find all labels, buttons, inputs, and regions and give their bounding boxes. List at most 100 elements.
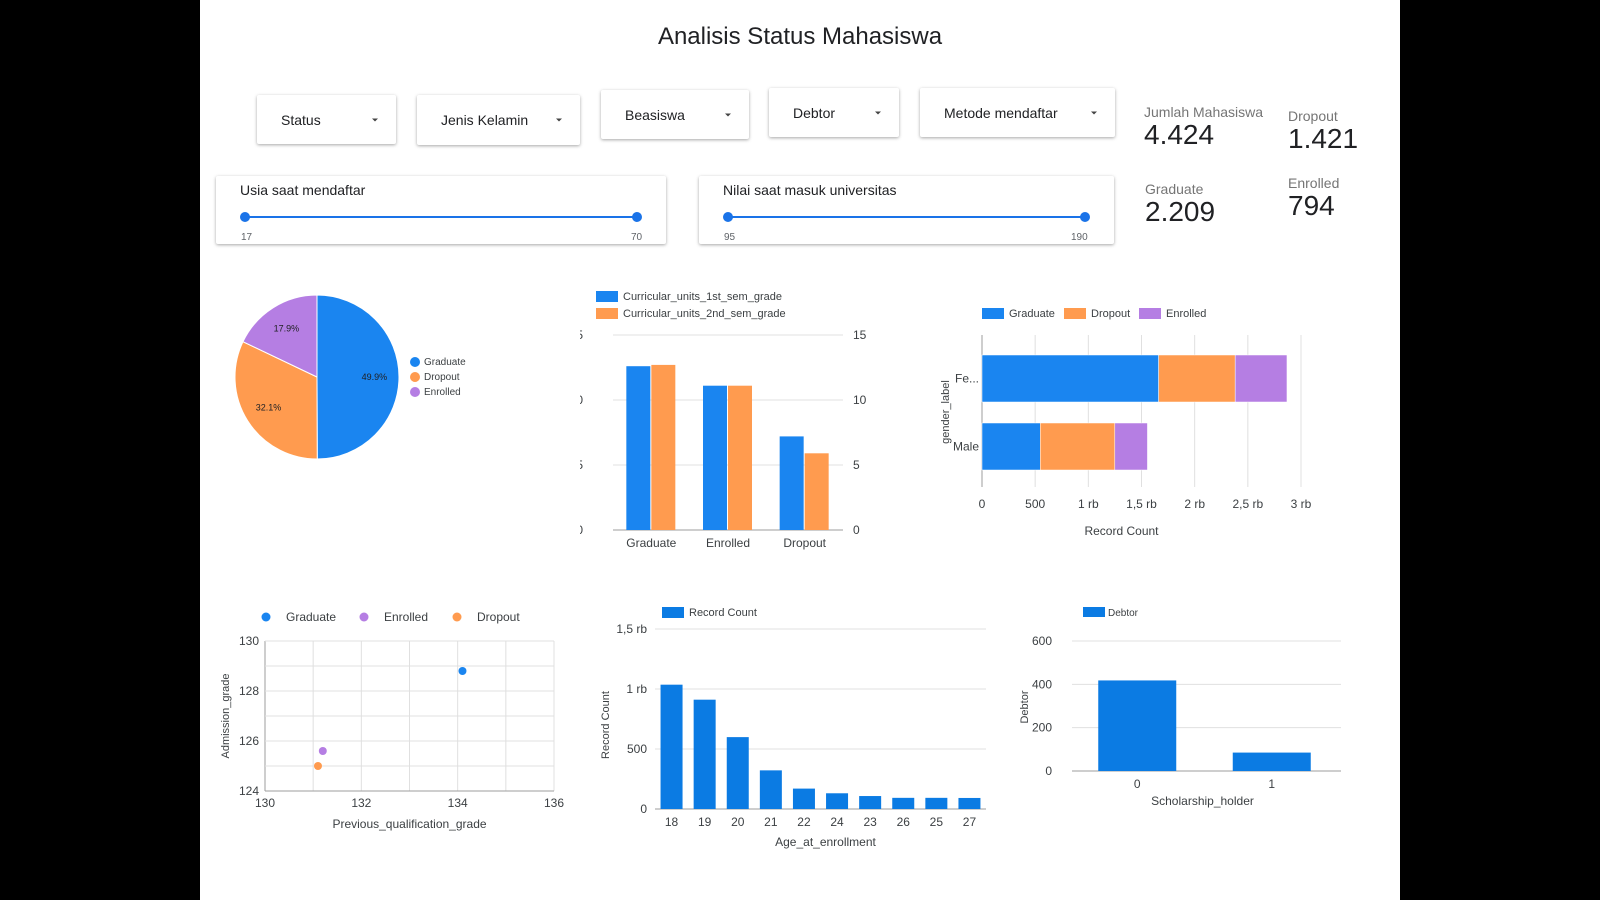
y-tick-label: 600 — [1032, 634, 1052, 648]
debtor-filter-label: Debtor — [793, 104, 836, 121]
legend-label: Curricular_units_2nd_sem_grade — [623, 308, 786, 320]
x-tick-label: 2,5 rb — [1232, 497, 1263, 511]
y-tick-label-left: 15 — [580, 328, 583, 342]
status-pie-chart: 49.9% 32.1% 17.9% Graduate Dropout Enrolled — [234, 294, 466, 460]
page-title: Analisis Status Mahasiswa — [657, 23, 943, 50]
grade-slider-title: Nilai saat masuk universitas — [723, 182, 897, 198]
y-tick-label: 400 — [1032, 677, 1052, 691]
x-tick-label: 24 — [830, 815, 844, 829]
kpi-enrolled-label: Enrolled — [1288, 175, 1340, 191]
bar-age-18 — [660, 684, 683, 809]
bar-dropout-sem1 — [779, 436, 804, 530]
legend-label: Record Count — [689, 607, 757, 619]
status-filter-label: Status — [281, 111, 321, 128]
bar-age-24 — [826, 793, 849, 809]
age-slider-max-handle[interactable] — [632, 212, 642, 222]
x-tick-label: Enrolled — [706, 536, 750, 550]
x-tick-label: 19 — [698, 815, 712, 829]
y-tick-label: Male — [953, 440, 979, 454]
x-axis-title: Previous_qualification_grade — [332, 817, 486, 831]
legend-swatch-graduate — [982, 308, 1004, 319]
x-axis-title: Record Count — [1084, 524, 1159, 538]
chevron-down-icon — [875, 111, 881, 114]
age-enrollment-bar-chart: Record Count 0 500 1 rb 1,5 rb 18 19 20 21 22 24 23… — [600, 607, 986, 849]
grade-slider-max-value: 190 — [1071, 232, 1088, 243]
bar-age-25 — [925, 797, 948, 809]
bar-age-23 — [859, 796, 882, 809]
x-tick-label: 26 — [897, 815, 911, 829]
x-tick-label: 2 rb — [1184, 497, 1205, 511]
x-tick-label: 25 — [930, 815, 944, 829]
legend-marker-enrolled — [410, 387, 420, 397]
bar-scholarship-1 — [1232, 752, 1311, 771]
x-tick-label: Dropout — [783, 536, 826, 550]
bar-female-dropout — [1158, 354, 1236, 403]
bar-male-graduate — [981, 422, 1041, 471]
bar-age-26 — [892, 797, 915, 809]
x-tick-label: 132 — [351, 796, 371, 810]
legend-label: Graduate — [424, 357, 466, 368]
y-tick-label: 0 — [640, 802, 647, 816]
age-slider-track[interactable] — [245, 216, 637, 218]
kpi-graduate-label: Graduate — [1145, 181, 1204, 197]
legend-marker-dropout — [410, 372, 420, 382]
bar-age-27 — [958, 797, 981, 809]
legend-label: Dropout — [424, 372, 460, 383]
bar-age-22 — [792, 788, 815, 809]
chevron-down-icon[interactable] — [556, 118, 562, 122]
application-mode-filter-dropdown[interactable]: Metode mendaftar — [920, 88, 1115, 137]
y-tick-label-left: 10 — [580, 393, 583, 407]
debtor-filter-dropdown[interactable]: Debtor — [769, 88, 899, 137]
y-tick-label: 128 — [239, 684, 259, 698]
grade-range-slider: Nilai saat masuk universitas 95 190 — [699, 176, 1114, 244]
bar-age-21 — [759, 770, 782, 809]
legend-swatch-2 — [596, 308, 618, 319]
gender-filter-dropdown[interactable]: Jenis Kelamin — [417, 95, 580, 145]
scholarship-filter-dropdown[interactable]: Beasiswa — [601, 90, 749, 139]
scholarship-filter-label: Beasiswa — [625, 106, 685, 123]
y-tick-label: 1,5 rb — [616, 622, 647, 636]
status-filter-dropdown[interactable]: Status — [257, 95, 396, 144]
y-tick-label: 130 — [239, 634, 259, 648]
kpi-total-label: Jumlah Mahasiswa — [1144, 104, 1264, 120]
bar-scholarship-0 — [1098, 680, 1177, 771]
y-axis-title: Debtor — [1019, 690, 1031, 723]
scatter-point-dropout — [313, 762, 322, 770]
application-mode-filter-label: Metode mendaftar — [944, 104, 1058, 121]
x-tick-label: 500 — [1025, 497, 1045, 511]
legend-label: Curricular_units_1st_sem_grade — [623, 291, 782, 303]
grade-slider-max-handle[interactable] — [1080, 212, 1090, 222]
y-tick-label: 0 — [1045, 764, 1052, 778]
y-tick-label-right: 0 — [853, 523, 860, 537]
grade-scatter-chart: Graduate Enrolled Dropout 130 132 134 136 124 12… — [220, 610, 564, 831]
legend-label: Enrolled — [1166, 308, 1206, 320]
age-slider-title: Usia saat mendaftar — [240, 182, 366, 198]
grade-slider-track[interactable] — [728, 216, 1085, 218]
x-tick-label: 134 — [448, 796, 468, 810]
legend-swatch-enrolled — [1139, 308, 1161, 319]
y-tick-label-right: 5 — [853, 458, 860, 472]
y-axis-title: Admission_grade — [220, 674, 232, 759]
legend-marker-enrolled — [359, 612, 369, 622]
x-tick-label: Graduate — [626, 536, 676, 550]
legend-label: Graduate — [1009, 308, 1055, 320]
x-tick-label: 3 rb — [1291, 497, 1312, 511]
y-tick-label: 1 rb — [626, 682, 647, 696]
legend-label: Debtor — [1108, 608, 1139, 619]
chevron-down-icon — [372, 118, 378, 121]
age-slider-min-handle[interactable] — [240, 212, 250, 222]
scatter-point-enrolled — [318, 747, 327, 755]
y-tick-label: 126 — [239, 734, 259, 748]
scatter-point-graduate — [458, 667, 467, 675]
grade-slider-min-handle[interactable] — [723, 212, 733, 222]
chevron-down-icon — [1091, 111, 1097, 114]
kpi-dropout-value: 1.421 — [1288, 123, 1359, 154]
x-tick-label: 1 rb — [1078, 497, 1099, 511]
legend-swatch-debtor — [1083, 607, 1105, 617]
x-tick-label: 23 — [863, 815, 877, 829]
bar-graduate-sem2 — [651, 364, 676, 530]
x-tick-label: 1 — [1268, 777, 1275, 791]
semester-grade-bar-chart: Curricular_units_1st_sem_grade Curricular… — [580, 291, 867, 550]
bar-graduate-sem1 — [626, 366, 651, 530]
legend-swatch-1 — [596, 291, 618, 302]
